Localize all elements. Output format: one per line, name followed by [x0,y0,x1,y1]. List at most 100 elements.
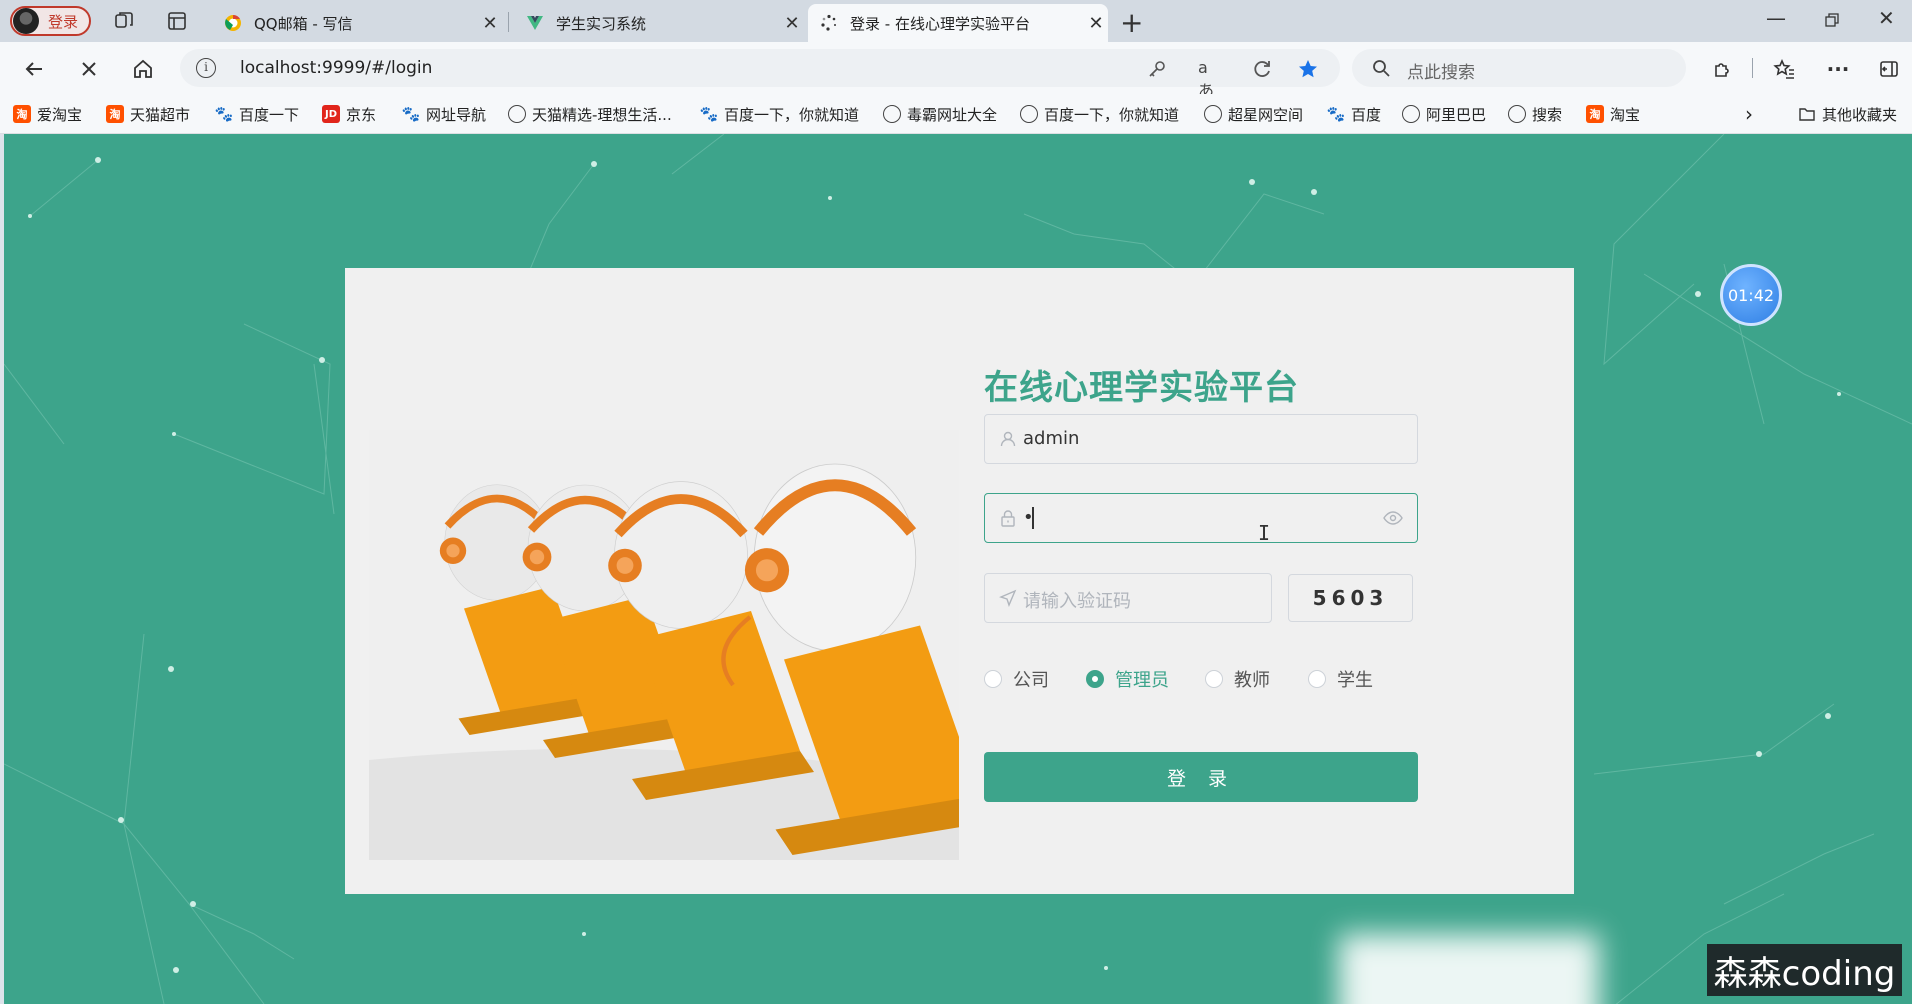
more-menu-icon[interactable]: ··· [1821,52,1855,86]
extensions-icon[interactable] [1706,52,1740,86]
bookmark-label: 阿里巴巴 [1426,105,1487,124]
bookmark-item[interactable]: 毒霸网址大全 [883,102,997,126]
stop-loading-icon[interactable] [72,52,106,86]
home-icon[interactable] [126,52,160,86]
bookmark-item[interactable]: 🐾 百度 [1327,102,1381,126]
bookmark-item[interactable]: 百度一下，你就知道 [1020,102,1179,126]
new-tab-icon[interactable]: + [1120,6,1143,39]
profile-button[interactable]: 登录 [10,6,91,36]
read-aloud-icon[interactable]: aあ [1198,58,1220,100]
tab-qqmail[interactable]: QQ邮箱 - 写信 ✕ [212,4,502,42]
username-field[interactable]: admin [984,414,1418,464]
tab-divider [508,12,509,32]
role-radio-company[interactable]: 公司 [984,666,1049,692]
bookmark-item[interactable]: 淘天猫超市 [106,102,190,126]
other-bookmarks-folder[interactable]: 其他收藏夹 [1798,102,1897,126]
baidu-icon: 🐾 [1326,105,1346,123]
folder-icon [1799,108,1815,121]
bookmark-label: 百度 [1351,105,1382,124]
send-arrow-icon [999,589,1017,607]
favorite-star-icon[interactable] [1297,58,1319,80]
taobao-icon: 淘 [13,105,31,123]
baidu-icon: 🐾 [401,105,421,123]
close-icon[interactable]: ✕ [1084,13,1108,34]
captcha-image[interactable]: 5603 [1288,574,1413,622]
bookmark-item[interactable]: 淘淘宝 [1586,102,1640,126]
chevron-right-icon[interactable]: › [1745,102,1753,126]
bookmark-label: 天猫精选-理想生活... [532,105,672,124]
tab-title: QQ邮箱 - 写信 [254,14,353,33]
search-placeholder: 点此搜索 [1407,63,1475,83]
username-value[interactable]: admin [1023,428,1079,449]
tab-title: 登录 - 在线心理学实验平台 [850,14,1030,33]
close-window-icon[interactable]: ✕ [1878,6,1895,30]
avatar [13,8,39,34]
timer-badge[interactable]: 01:42 [1720,264,1782,326]
globe-icon [1204,105,1222,123]
radio-dot[interactable] [984,670,1002,688]
captcha-placeholder: 请输入验证码 [1023,591,1131,612]
captcha-field[interactable]: 请输入验证码 [984,573,1272,623]
bookmark-item[interactable]: 天猫精选-理想生活... [508,102,672,126]
restore-icon[interactable] [1824,12,1840,28]
user-icon [1000,431,1016,447]
tab-actions-icon[interactable] [165,9,189,33]
show-password-icon[interactable] [1383,510,1403,526]
refresh-browser-icon[interactable] [1251,58,1273,80]
bookmark-label: 百度一下，你就知道 [724,105,860,124]
password-key-icon[interactable] [1146,58,1168,80]
close-icon[interactable]: ✕ [780,13,804,34]
loading-spinner-icon [820,14,838,32]
globe-icon [883,105,901,123]
back-icon[interactable] [17,52,51,86]
search-box[interactable]: 点此搜索 [1352,49,1686,87]
tab-login[interactable]: 登录 - 在线心理学实验平台 ✕ [808,4,1108,42]
minimize-icon[interactable]: — [1766,6,1786,30]
lock-icon [1001,510,1015,527]
bookmark-item[interactable]: 🐾 网址导航 [402,102,486,126]
bookmark-item[interactable]: 🐾 百度一下 [215,102,299,126]
hero-illustration [369,430,959,860]
bookmark-item[interactable]: 超星网空间 [1204,102,1303,126]
radio-label: 管理员 [1115,670,1169,691]
favorites-list-icon[interactable] [1767,52,1801,86]
globe-icon [508,105,526,123]
text-cursor-icon: I [1258,521,1271,545]
close-icon[interactable]: ✕ [478,13,502,34]
qqmail-icon [224,14,242,32]
radio-dot[interactable] [1086,670,1104,688]
tab-internship[interactable]: 学生实习系统 ✕ [514,4,804,42]
address-bar[interactable]: i localhost:9999/#/login aあ [180,49,1340,100]
profile-label: 登录 [48,12,79,31]
bookmark-item[interactable]: 阿里巴巴 [1402,102,1486,126]
radio-dot[interactable] [1205,670,1223,688]
site-info-icon[interactable]: i [196,58,216,78]
url-text[interactable]: localhost:9999/#/login [240,58,432,78]
bookmark-label: 百度一下，你就知道 [1044,105,1180,124]
tab-strip: 登录 QQ邮箱 - 写信 ✕ 学生实习系统 ✕ 登录 - 在线心理学实验平台 ✕… [0,0,1912,42]
bookmark-label: 京东 [346,105,377,124]
radio-label: 公司 [1013,670,1049,691]
radio-dot[interactable] [1308,670,1326,688]
role-radio-admin[interactable]: 管理员 [1086,666,1169,692]
globe-icon [1508,105,1526,123]
bookmark-label: 天猫超市 [130,105,191,124]
bookmark-item[interactable]: 搜索 [1508,102,1562,126]
bookmark-item[interactable]: 🐾 百度一下，你就知道 [700,102,859,126]
bookmark-label: 其他收藏夹 [1822,105,1898,124]
taobao-icon: 淘 [1586,105,1604,123]
role-radio-teacher[interactable]: 教师 [1205,666,1270,692]
role-radio-student[interactable]: 学生 [1308,666,1373,692]
text-caret [1032,507,1034,529]
password-field[interactable]: • [984,493,1418,543]
login-button[interactable]: 登 录 [984,752,1418,802]
tab-title: 学生实习系统 [556,14,647,33]
vue-icon [526,14,544,32]
jd-icon: JD [322,105,340,123]
workspaces-icon[interactable] [112,9,136,33]
bookmark-item[interactable]: 淘爱淘宝 [13,102,82,126]
sidebar-toggle-icon[interactable] [1872,52,1906,86]
bookmark-label: 淘宝 [1610,105,1641,124]
bookmark-label: 网址导航 [426,105,487,124]
bookmark-item[interactable]: JD 京东 [322,102,376,126]
